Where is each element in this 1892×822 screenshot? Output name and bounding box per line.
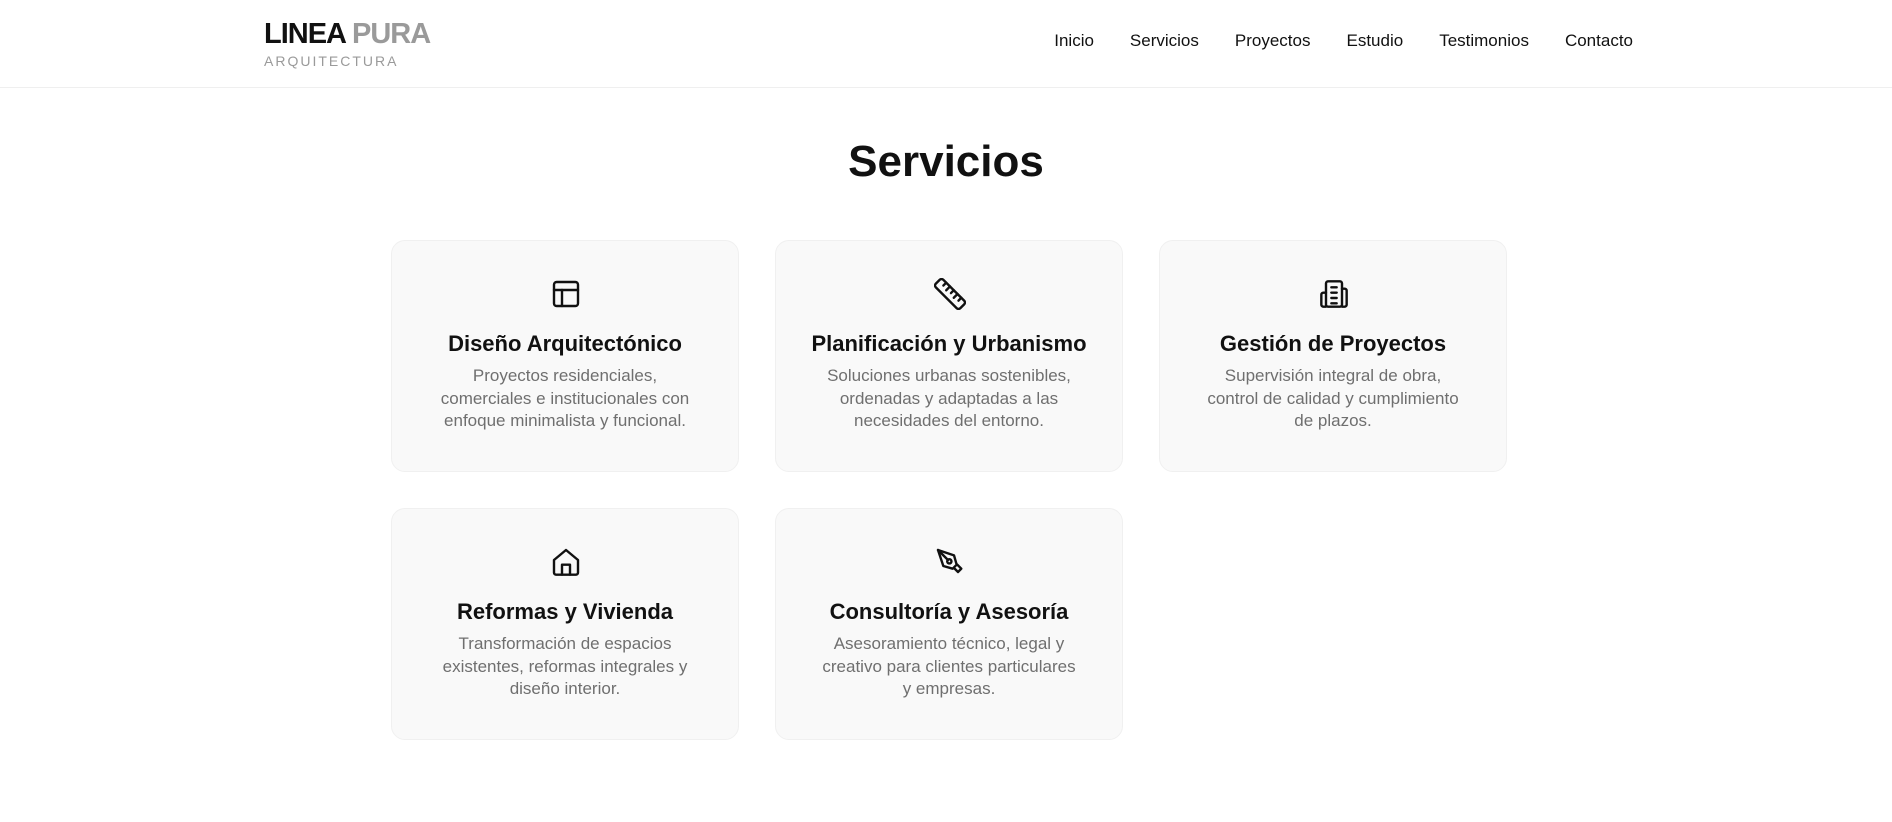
service-card-gestion: Gestión de Proyectos Supervisión integra… — [1159, 240, 1507, 472]
pen-tool-icon — [934, 546, 966, 578]
building-icon — [1318, 278, 1350, 310]
nav-link-proyectos[interactable]: Proyectos — [1235, 30, 1311, 52]
nav-link-testimonios[interactable]: Testimonios — [1439, 30, 1529, 52]
main-nav: Inicio Servicios Proyectos Estudio Testi… — [1054, 30, 1633, 52]
section-title: Servicios — [848, 137, 1044, 186]
card-description: Soluciones urbanas sostenibles, ordenada… — [827, 366, 1071, 430]
logo-wordmark: LINEA PURA — [264, 18, 431, 50]
logo-subtitle: ARQUITECTURA — [264, 53, 399, 69]
card-title: Consultoría y Asesoría — [829, 599, 1069, 624]
logo-light-text: PURA — [352, 18, 431, 50]
nav-link-contacto[interactable]: Contacto — [1565, 30, 1633, 52]
site-header: LINEA PURA ARQUITECTURA Inicio Servicios… — [0, 0, 1892, 88]
card-title: Diseño Arquitectónico — [448, 331, 682, 356]
service-card-reformas: Reformas y Vivienda Transformación de es… — [391, 508, 739, 740]
service-card-planificacion: Planificación y Urbanismo Soluciones urb… — [775, 240, 1123, 472]
home-icon — [550, 546, 582, 578]
layout-icon — [550, 278, 582, 310]
card-description: Proyectos residenciales, comerciales e i… — [440, 366, 690, 430]
card-description: Supervisión integral de obra, control de… — [1207, 366, 1459, 430]
site-logo[interactable]: LINEA PURA ARQUITECTURA — [264, 18, 431, 69]
nav-link-estudio[interactable]: Estudio — [1346, 30, 1403, 52]
card-title: Planificación y Urbanismo — [811, 331, 1087, 356]
card-title: Gestión de Proyectos — [1219, 331, 1447, 356]
logo-strong-text: LINEA — [264, 18, 346, 50]
nav-link-inicio[interactable]: Inicio — [1054, 30, 1094, 52]
ruler-icon — [934, 278, 966, 310]
service-card-diseno: Diseño Arquitectónico Proyectos residenc… — [391, 240, 739, 472]
card-title: Reformas y Vivienda — [456, 599, 674, 624]
nav-link-servicios[interactable]: Servicios — [1130, 30, 1199, 52]
card-description: Transformación de espacios existentes, r… — [442, 634, 688, 698]
card-description: Asesoramiento técnico, legal y creativo … — [822, 634, 1076, 698]
service-card-consultoria: Consultoría y Asesoría Asesoramiento téc… — [775, 508, 1123, 740]
